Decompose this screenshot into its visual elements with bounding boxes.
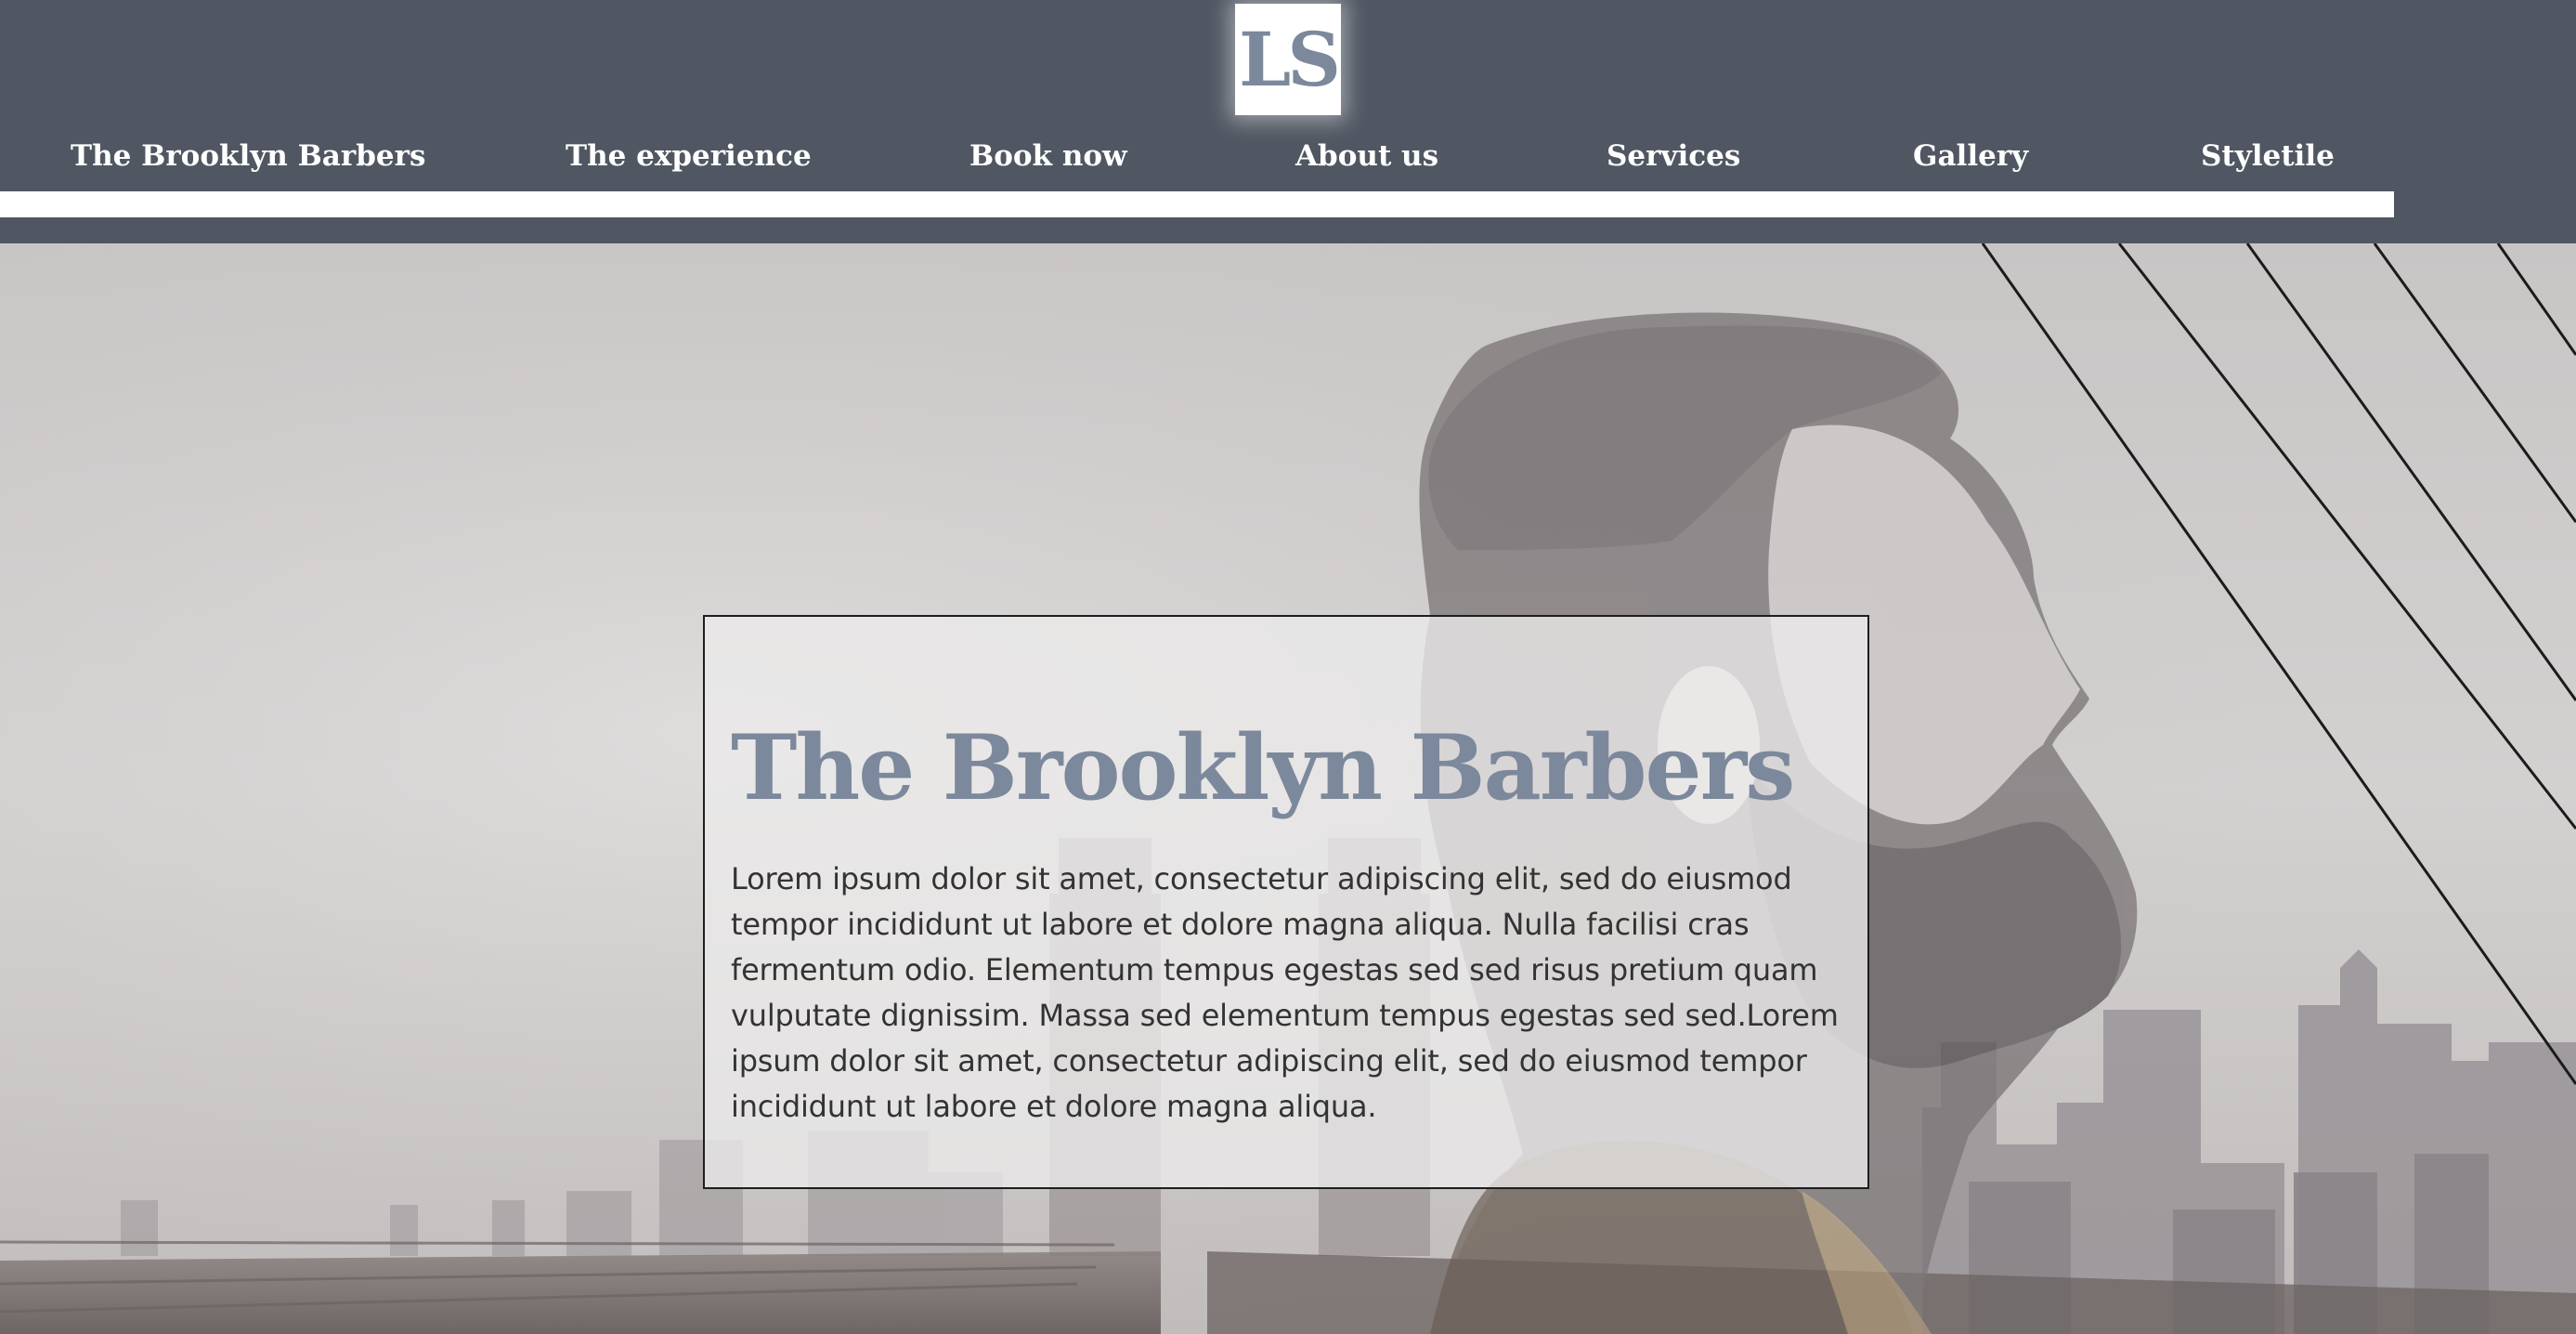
logo-text: LS (1238, 16, 1341, 103)
nav-item-gallery[interactable]: Gallery (1913, 130, 2028, 182)
nav-item-services[interactable]: Services (1607, 130, 1740, 182)
site-header: LS The Brooklyn Barbers The experience B… (0, 0, 2576, 243)
nav-item-the-brooklyn-barbers[interactable]: The Brooklyn Barbers (71, 130, 425, 182)
hero-section: The Brooklyn Barbers Lorem ipsum dolor s… (0, 243, 2576, 1334)
nav-underline-bar (0, 191, 2394, 217)
nav-item-styletile[interactable]: Styletile (2201, 130, 2335, 182)
nav-item-the-experience[interactable]: The experience (566, 130, 812, 182)
main-nav: The Brooklyn Barbers The experience Book… (0, 130, 2394, 182)
hero-text-box: The Brooklyn Barbers Lorem ipsum dolor s… (703, 615, 1869, 1189)
hero-title: The Brooklyn Barbers (731, 715, 1795, 820)
nav-item-about-us[interactable]: About us (1295, 130, 1438, 182)
site-logo[interactable]: LS (1235, 4, 1341, 115)
nav-item-book-now[interactable]: Book now (969, 130, 1127, 182)
hero-body-text: Lorem ipsum dolor sit amet, consectetur … (731, 861, 1839, 1124)
